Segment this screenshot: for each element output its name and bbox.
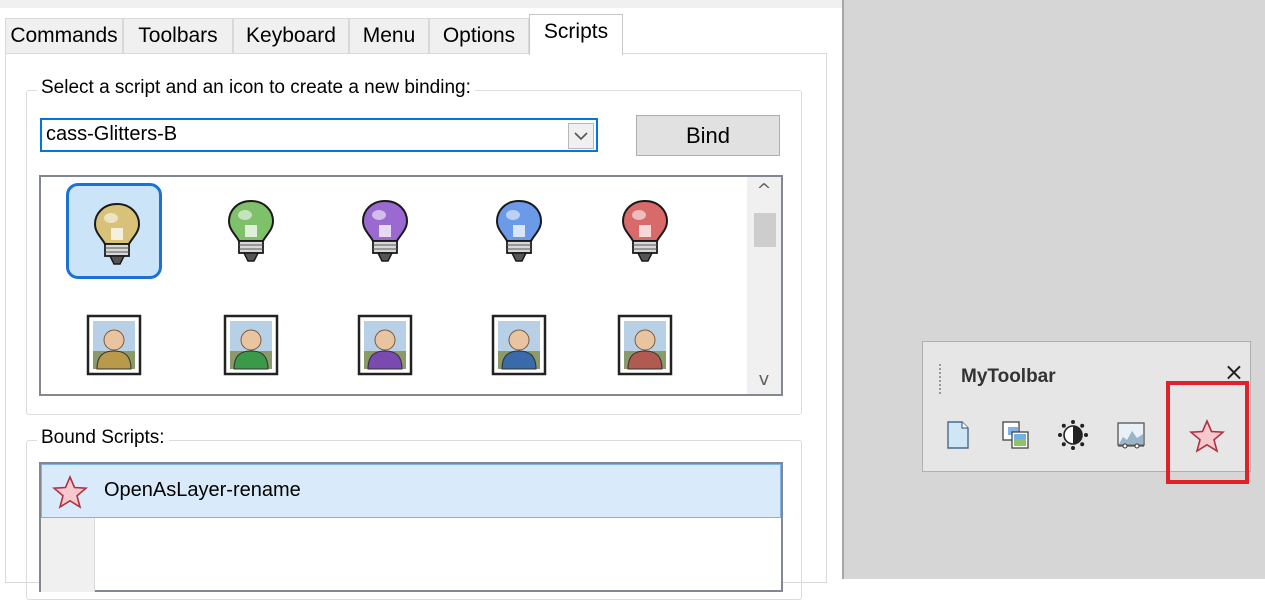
tab-menu[interactable]: Menu <box>349 18 429 54</box>
grid-icon-bulb-green[interactable] <box>203 183 299 279</box>
scroll-thumb[interactable] <box>754 213 776 247</box>
close-icon[interactable]: × <box>1224 360 1244 384</box>
icon-grid[interactable]: ^ v <box>39 175 783 396</box>
tab-toolbars[interactable]: Toolbars <box>123 18 233 54</box>
scroll-up-arrow-icon[interactable]: ^ <box>747 177 781 205</box>
person-portrait-icon <box>357 314 413 376</box>
lightbulb-icon <box>495 199 543 262</box>
toolbar-button-image-levels[interactable] <box>1111 415 1151 455</box>
tab-keyboard[interactable]: Keyboard <box>233 18 349 54</box>
grid-icon-bulb-purple[interactable] <box>337 183 433 279</box>
lightbulb-icon <box>621 199 669 262</box>
tab-commands[interactable]: Commands <box>5 18 123 54</box>
toolbar-grip-handle[interactable] <box>939 364 943 394</box>
brightness-icon <box>1058 420 1088 450</box>
dialog-top-border <box>0 0 842 8</box>
dropdown-arrow-button[interactable] <box>568 123 594 149</box>
bind-button[interactable]: Bind <box>636 115 780 156</box>
star-icon <box>1189 419 1225 453</box>
chevron-down-icon <box>574 132 588 141</box>
lightbulb-icon <box>93 202 141 265</box>
tab-scripts[interactable]: Scripts <box>529 14 623 55</box>
star-icon <box>52 475 88 509</box>
list-item[interactable]: OpenAsLayer-rename <box>41 464 781 518</box>
toolbar-title: MyToolbar <box>961 366 1056 387</box>
toolbar-button-brightness[interactable] <box>1053 415 1093 455</box>
grid-icon-bulb-blue[interactable] <box>471 183 567 279</box>
image-levels-icon <box>1117 422 1145 449</box>
copy-images-icon <box>1002 421 1029 449</box>
grid-icon-person-red[interactable] <box>597 299 693 394</box>
grid-icon-person-purple[interactable] <box>337 299 433 394</box>
person-portrait-icon <box>617 314 673 376</box>
tab-strip: Commands Toolbars Keyboard Menu Options … <box>5 14 835 55</box>
script-select[interactable]: cass-Glitters-B <box>40 118 598 152</box>
grid-icon-bulb-yellow[interactable] <box>66 183 162 279</box>
grid-icon-person-blue[interactable] <box>471 299 567 394</box>
script-select-value: cass-Glitters-B <box>46 123 178 145</box>
toolbar-button-new-document[interactable] <box>937 415 977 455</box>
person-portrait-icon <box>491 314 547 376</box>
workspace-background <box>842 0 1265 579</box>
list-gutter <box>41 518 95 592</box>
lightbulb-icon <box>227 199 275 262</box>
bound-scripts-legend: Bound Scripts: <box>37 427 169 449</box>
lightbulb-icon <box>361 199 409 262</box>
grid-icon-bulb-red[interactable] <box>597 183 693 279</box>
grid-icon-person-gold[interactable] <box>66 299 162 394</box>
bound-scripts-list[interactable]: OpenAsLayer-rename <box>39 462 783 592</box>
new-binding-legend: Select a script and an icon to create a … <box>37 77 475 99</box>
new-document-icon <box>947 421 969 449</box>
grid-icon-person-green[interactable] <box>203 299 299 394</box>
person-portrait-icon <box>86 314 142 376</box>
tab-options[interactable]: Options <box>429 18 529 54</box>
toolbar-button-copy-images[interactable] <box>995 415 1035 455</box>
scroll-down-arrow-icon[interactable]: v <box>747 366 781 394</box>
person-portrait-icon <box>223 314 279 376</box>
floating-toolbar[interactable]: MyToolbar × <box>922 341 1251 472</box>
icon-grid-scrollbar[interactable]: ^ v <box>747 177 781 394</box>
bound-script-label: OpenAsLayer-rename <box>104 479 301 501</box>
customize-dialog: Commands Toolbars Keyboard Menu Options … <box>0 0 842 600</box>
toolbar-button-star-script[interactable] <box>1185 415 1225 455</box>
